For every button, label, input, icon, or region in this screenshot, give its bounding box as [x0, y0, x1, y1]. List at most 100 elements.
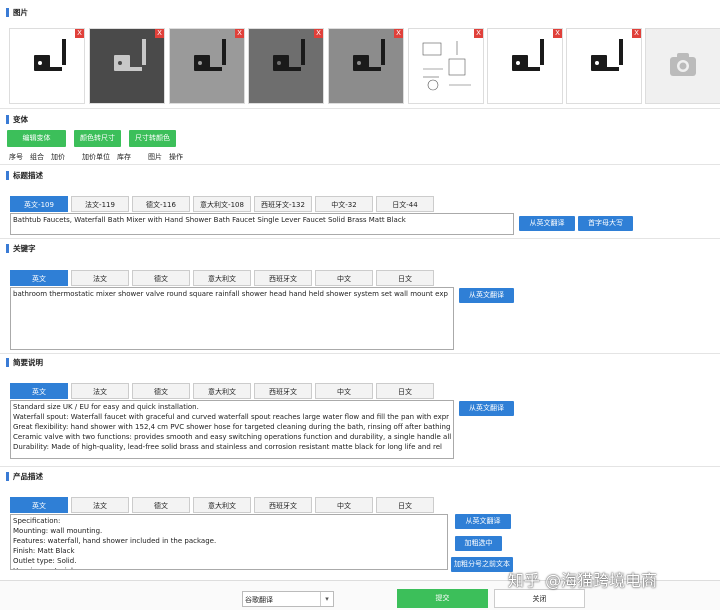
images-section-header: 图片 — [6, 6, 28, 18]
tab-brief-5[interactable]: 中文 — [315, 383, 373, 399]
tab-title-desc-4[interactable]: 西班牙文-132 — [254, 196, 312, 212]
tab-brief-3[interactable]: 意大利文 — [193, 383, 251, 399]
tab-keywords-4[interactable]: 西班牙文 — [254, 270, 312, 286]
product-desc-textarea[interactable]: Specification: Mounting: wall mounting. Fe… — [10, 514, 448, 570]
section-marker — [6, 114, 9, 124]
delete-image-button[interactable]: X — [235, 29, 244, 38]
product-desc-translate-from-english-button[interactable]: 从英文翻译 — [455, 514, 511, 529]
product-desc-line: Housing material: — [13, 566, 445, 569]
product-image[interactable]: X — [169, 28, 245, 104]
product-image[interactable]: X — [566, 28, 642, 104]
keywords-section-header: 关键字 — [6, 242, 36, 254]
product-image-content — [488, 29, 562, 103]
brief-line: Standard size UK / EU for easy and quick… — [13, 403, 199, 411]
variant-col-stock: 库存 — [117, 153, 131, 161]
translation-engine-value: 谷歌翻译 — [245, 596, 273, 604]
tab-title-desc-6[interactable]: 日文-44 — [376, 196, 434, 212]
tab-keywords-1[interactable]: 法文 — [71, 270, 129, 286]
tab-product-desc-2[interactable]: 德文 — [132, 497, 190, 513]
size-to-color-button[interactable]: 尺寸转颜色 — [129, 130, 176, 147]
product-image-content — [329, 29, 403, 103]
title-language-tabs: 英文-109 法文-119 德文-116 意大利文-108 西班牙文-132 中文-32 日… — [10, 196, 437, 212]
tab-keywords-0[interactable]: 英文 — [10, 270, 68, 286]
product-image[interactable]: X — [408, 28, 484, 104]
capitalize-first-letter-button[interactable]: 首字母大写 — [578, 216, 633, 231]
product-image[interactable]: X — [89, 28, 165, 104]
submit-button[interactable]: 提交 — [397, 589, 488, 608]
tab-keywords-3[interactable]: 意大利文 — [193, 270, 251, 286]
tab-keywords-2[interactable]: 德文 — [132, 270, 190, 286]
section-marker — [6, 170, 9, 180]
divider — [0, 164, 720, 165]
tab-product-desc-0[interactable]: 英文 — [10, 497, 68, 513]
delete-image-button[interactable]: X — [553, 29, 562, 38]
title-section-header: 标题描述 — [6, 169, 43, 181]
color-to-size-button[interactable]: 颜色转尺寸 — [74, 130, 121, 147]
tab-brief-6[interactable]: 日文 — [376, 383, 434, 399]
keywords-textarea[interactable]: bathroom thermostatic mixer shower valve… — [10, 287, 454, 350]
edit-variants-button[interactable]: 编辑变体 — [7, 130, 66, 147]
product-desc-line: Outlet type: Solid. — [13, 557, 77, 565]
tab-product-desc-6[interactable]: 日文 — [376, 497, 434, 513]
brief-section-title: 简要说明 — [13, 357, 43, 367]
product-image-content — [90, 29, 164, 103]
variant-col-combination: 组合 — [30, 153, 44, 161]
tab-product-desc-3[interactable]: 意大利文 — [193, 497, 251, 513]
tab-product-desc-5[interactable]: 中文 — [315, 497, 373, 513]
bold-before-colon-button[interactable]: 加粗分号之前文本 — [451, 557, 513, 572]
product-image[interactable]: X — [9, 28, 85, 104]
bold-selection-button[interactable]: 加粗选中 — [455, 536, 502, 551]
keywords-language-tabs: 英文 法文 德文 意大利文 西班牙文 中文 日文 — [10, 270, 437, 286]
divider — [0, 353, 720, 354]
variants-section-title: 变体 — [13, 114, 28, 124]
divider — [0, 238, 720, 239]
product-image-content — [10, 29, 84, 103]
product-image[interactable]: X — [487, 28, 563, 104]
upload-image-slot[interactable] — [645, 28, 720, 104]
delete-image-button[interactable]: X — [314, 29, 323, 38]
tab-brief-2[interactable]: 德文 — [132, 383, 190, 399]
tab-brief-0[interactable]: 英文 — [10, 383, 68, 399]
tab-brief-1[interactable]: 法文 — [71, 383, 129, 399]
product-image-content — [567, 29, 641, 103]
translation-engine-select[interactable]: 谷歌翻译 ▾ — [242, 591, 334, 607]
delete-image-button[interactable]: X — [632, 29, 641, 38]
camera-icon — [646, 29, 720, 103]
close-button[interactable]: 关闭 — [494, 589, 585, 608]
brief-section-header: 简要说明 — [6, 356, 43, 368]
chevron-down-icon: ▾ — [320, 592, 333, 606]
tab-brief-4[interactable]: 西班牙文 — [254, 383, 312, 399]
divider — [0, 108, 720, 109]
brief-textarea[interactable]: Standard size UK / EU for easy and quick… — [10, 400, 454, 459]
divider — [0, 466, 720, 467]
title-translate-from-english-button[interactable]: 从英文翻译 — [519, 216, 575, 231]
delete-image-button[interactable]: X — [155, 29, 164, 38]
keywords-translate-from-english-button[interactable]: 从英文翻译 — [459, 288, 514, 303]
tab-title-desc-1[interactable]: 法文-119 — [71, 196, 129, 212]
title-section-title: 标题描述 — [13, 170, 43, 180]
tab-product-desc-4[interactable]: 西班牙文 — [254, 497, 312, 513]
tab-product-desc-1[interactable]: 法文 — [71, 497, 129, 513]
product-image-content — [170, 29, 244, 103]
tab-title-desc-2[interactable]: 德文-116 — [132, 196, 190, 212]
title-input[interactable]: Bathtub Faucets, Waterfall Bath Mixer wi… — [10, 213, 514, 235]
delete-image-button[interactable]: X — [394, 29, 403, 38]
section-marker — [6, 471, 9, 481]
tab-keywords-6[interactable]: 日文 — [376, 270, 434, 286]
product-image-content — [409, 29, 483, 103]
delete-image-button[interactable]: X — [474, 29, 483, 38]
variant-col-markup-unit: 加价单位 — [82, 153, 110, 161]
tab-title-desc-5[interactable]: 中文-32 — [315, 196, 373, 212]
product-image[interactable]: X — [248, 28, 324, 104]
section-marker — [6, 7, 9, 17]
brief-translate-from-english-button[interactable]: 从英文翻译 — [459, 401, 514, 416]
tab-title-desc-3[interactable]: 意大利文-108 — [193, 196, 251, 212]
product-image[interactable]: X — [328, 28, 404, 104]
product-desc-language-tabs: 英文 法文 德文 意大利文 西班牙文 中文 日文 — [10, 497, 437, 513]
delete-image-button[interactable]: X — [75, 29, 84, 38]
product-desc-section-title: 产品描述 — [13, 471, 43, 481]
product-desc-line: Specification: — [13, 517, 61, 525]
tab-title-desc-0[interactable]: 英文-109 — [10, 196, 68, 212]
tab-keywords-5[interactable]: 中文 — [315, 270, 373, 286]
product-desc-line: Features: waterfall, hand shower include… — [13, 537, 217, 545]
